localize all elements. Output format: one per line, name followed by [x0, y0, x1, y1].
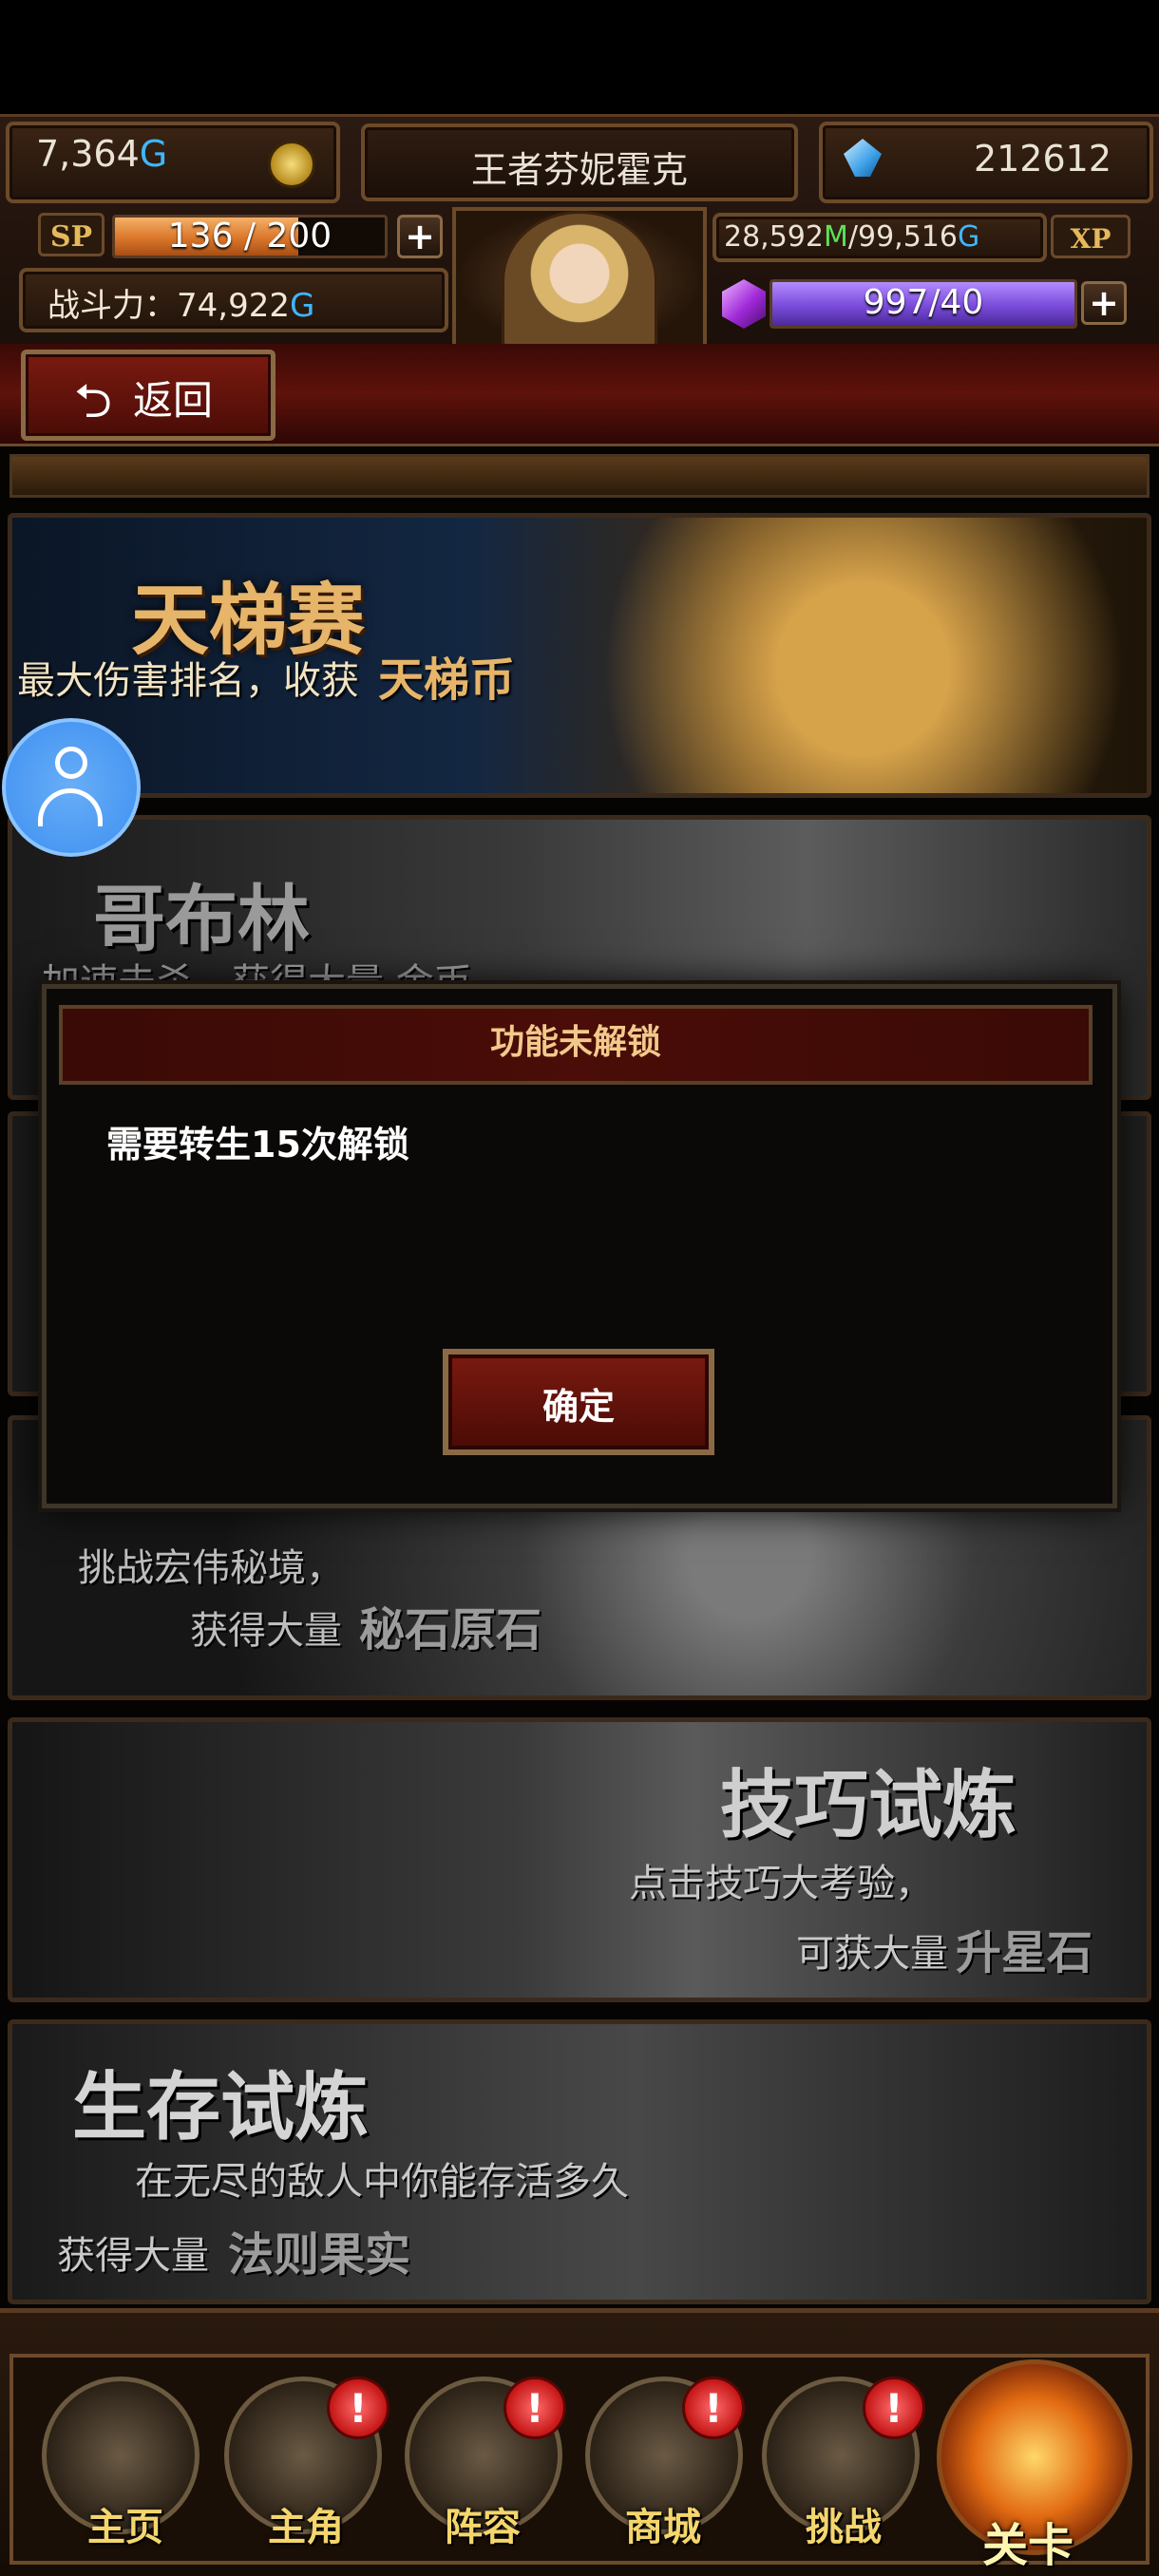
challenge-alert-badge: ! [863, 2377, 925, 2439]
nav-shop-label: 商城 [625, 2506, 701, 2549]
skill-desc-line1: 点击技巧大考验， [629, 1862, 933, 1905]
assistant-float-button[interactable] [2, 718, 141, 857]
back-arrow-icon: ⮌ [74, 373, 113, 428]
divider-strip [10, 454, 1150, 498]
secret-reward: 秘石原石 [359, 1603, 542, 1657]
status-bar [0, 0, 1159, 114]
survival-desc-line2: 获得大量 [57, 2234, 209, 2278]
gold-amount: 7,364G [36, 133, 168, 175]
ladder-reward: 天梯币 [378, 653, 516, 707]
nav-stage-label: 关卡 [981, 2519, 1074, 2572]
ladder-desc: 最大伤害排名，收获 [17, 659, 359, 703]
hero-avatar[interactable] [502, 211, 657, 350]
resources-value: 28,592M/99,516G [724, 220, 980, 254]
skill-desc-line2: 可获大量 [796, 1932, 948, 1976]
survival-reward: 法则果实 [228, 2228, 411, 2282]
formation-alert-badge: ! [504, 2377, 566, 2439]
gem-amount: 212612 [973, 138, 1112, 180]
crystal-add-button[interactable]: + [1081, 281, 1127, 325]
back-label: 返回 [133, 377, 214, 424]
sp-value: 136 / 200 [167, 217, 332, 256]
hero-alert-badge: ! [327, 2377, 390, 2439]
survival-title: 生存试炼 [72, 2064, 370, 2150]
skill-title: 技巧试炼 [720, 1762, 1017, 1848]
survival-desc-line1: 在无尽的敌人中你能存活多久 [135, 2160, 629, 2204]
sp-label: SP [38, 213, 104, 256]
nav-challenge-label: 挑战 [806, 2506, 882, 2549]
secret-desc-line1: 挑战宏伟秘境， [78, 1546, 344, 1590]
xp-label: XP [1051, 215, 1130, 258]
gold-coin-icon [268, 141, 315, 188]
confirm-label: 确定 [542, 1386, 615, 1428]
skill-reward: 升星石 [956, 1926, 1093, 1979]
dialog-message: 需要转生15次解锁 [106, 1124, 409, 1165]
shop-alert-badge: ! [682, 2377, 745, 2439]
crystal-value: 997/40 [863, 283, 984, 322]
secret-desc-line2: 获得大量 [190, 1609, 342, 1653]
nav-hero-label: 主角 [268, 2506, 344, 2549]
nav-home-label: 主页 [87, 2506, 163, 2549]
dialog-title: 功能未解锁 [489, 1023, 661, 1062]
user-icon [55, 747, 87, 779]
nav-formation-label: 阵容 [445, 2506, 521, 2549]
sp-add-button[interactable]: + [397, 215, 443, 258]
player-name: 王者芬妮霍克 [470, 149, 688, 191]
goblin-title: 哥布林 [93, 877, 310, 961]
combat-power: 战斗力：74,922G [48, 287, 315, 325]
